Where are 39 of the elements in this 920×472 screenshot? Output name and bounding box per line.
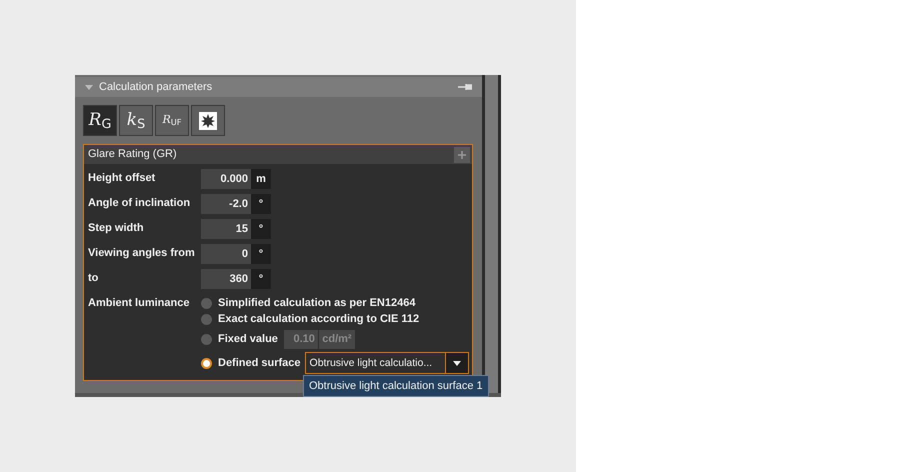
number-field[interactable]: -2.0 <box>201 194 251 214</box>
unit-label: ° <box>251 194 271 214</box>
option-label: Simplified calculation as per EN12464 <box>218 296 416 311</box>
tab[interactable] <box>191 105 225 136</box>
starburst-icon <box>199 112 217 130</box>
number-field[interactable]: 15 <box>201 218 251 238</box>
unit-label: ° <box>251 218 271 238</box>
tab[interactable]: k$_{S}$ <box>119 105 153 136</box>
unit-label: ° <box>251 244 271 264</box>
field-label: Angle of inclination <box>88 196 192 212</box>
value-field: 0.10 <box>284 330 318 348</box>
number-field[interactable]: 360 <box>201 268 251 288</box>
radio-button[interactable] <box>201 314 212 324</box>
pin-icon[interactable] <box>458 83 472 91</box>
field-label: Viewing angles from <box>88 246 196 262</box>
tab[interactable]: R$_{UF}$ <box>155 105 189 136</box>
unit-label: cd/m² <box>318 330 355 348</box>
option-label: Exact calculation according to CIE 112 <box>218 312 420 327</box>
unit-label: m <box>251 168 271 188</box>
dropdown-option[interactable]: Obtrusive light calculation surface 1 <box>303 375 489 397</box>
field-label: Height offset <box>88 171 156 186</box>
unit-label: ° <box>251 268 271 288</box>
panel-title: Calculation parameters <box>99 80 214 95</box>
field-label: to <box>88 271 100 286</box>
collapse-icon <box>85 84 93 90</box>
option-label: Defined surface <box>218 356 301 371</box>
field-label: Step width <box>88 221 145 236</box>
radio-button[interactable] <box>201 358 212 368</box>
dropdown-button[interactable] <box>446 353 468 373</box>
ambient-label: Ambient luminance <box>88 296 190 311</box>
scrollbar[interactable] <box>485 75 498 393</box>
tab[interactable]: R$_{G}$ <box>83 105 117 136</box>
radio-button[interactable] <box>201 298 212 308</box>
section-title: Glare Rating (GR) <box>88 147 177 162</box>
option-label: Fixed value <box>218 332 278 347</box>
caret-icon <box>452 360 461 366</box>
add-icon[interactable] <box>454 146 470 162</box>
number-field[interactable]: 0.000 <box>201 168 251 188</box>
number-field[interactable]: 0 <box>201 244 251 264</box>
